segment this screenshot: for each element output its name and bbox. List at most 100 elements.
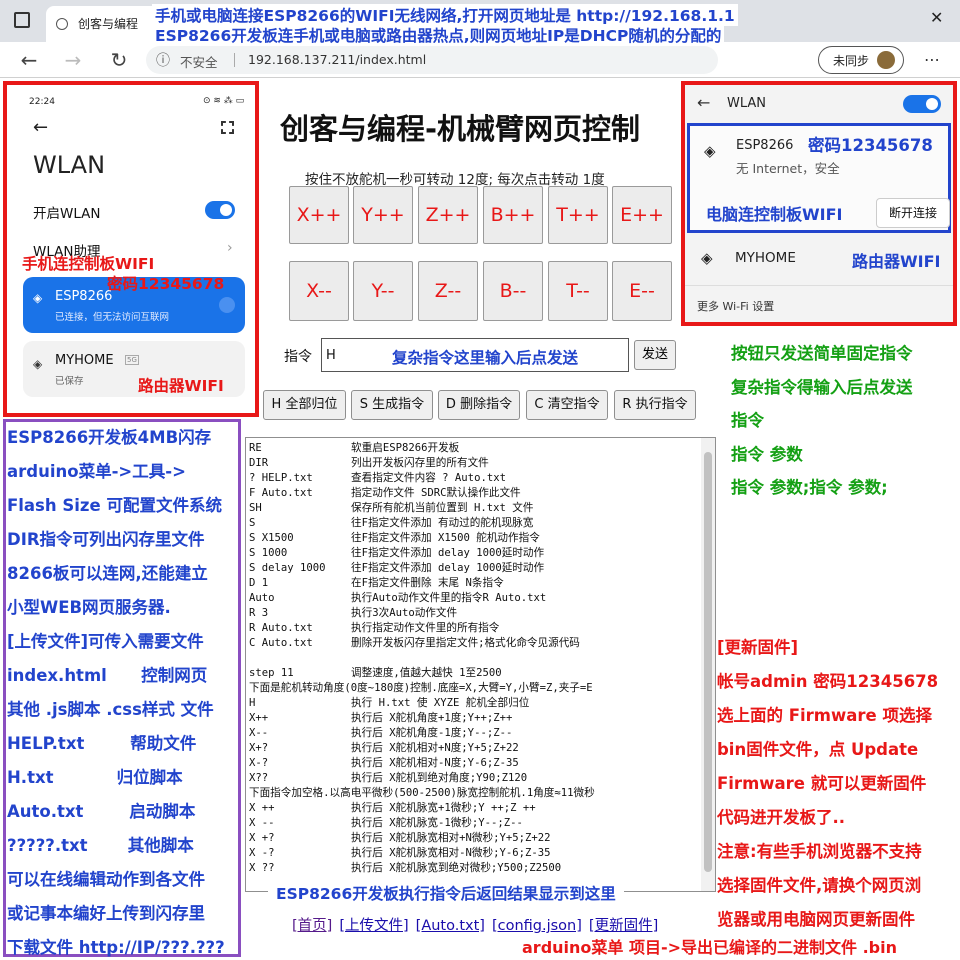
servo-plus-button[interactable]: Y++ [353,186,413,244]
left-note-line: H.txt 归位脚本 [7,768,183,787]
win-disconnect-button[interactable]: 断开连接 [876,198,950,228]
servo-minus-button[interactable]: B-- [483,261,543,321]
not-secure-icon[interactable]: ⓘ [156,50,170,70]
left-note-line: 可以在线编辑动作到各文件 [7,870,205,889]
footer-link[interactable]: [上传文件] [339,918,408,934]
output-text: RE 软重启ESP8266开发板 DIR 列出开发板闪存里的所有文件 ? HELP.… [246,438,715,876]
left-note-line: [上传文件]可传入需要文件 [7,632,204,651]
footer-link[interactable]: [Auto.txt] [416,918,485,934]
left-note-line: 或记事本编好上传到闪存里 [7,904,205,923]
output-line: X+? 执行后 X舵机相对+N度;Y+5;Z+22 [249,742,519,754]
left-note-line: DIR指令可列出闪存里文件 [7,530,205,549]
servo-plus-button[interactable]: X++ [289,186,349,244]
right-red-note-line: 选上面的 Firmware 项选择 [717,706,932,725]
left-note-line: ?????.txt 其他脚本 [7,836,194,855]
servo-minus-button[interactable]: Z-- [418,261,478,321]
url-text[interactable]: 192.168.137.211/index.html [248,52,426,67]
output-line: X++ 执行后 X舵机角度+1度;Y++;Z++ [249,712,513,724]
action-button[interactable]: C 清空指令 [526,390,608,420]
window-close-button[interactable]: ✕ [930,8,943,27]
command-input-value: H [326,348,336,363]
scrollbar-thumb[interactable] [704,452,712,872]
servo-minus-button[interactable]: Y-- [353,261,413,321]
servo-plus-button[interactable]: T++ [548,186,608,244]
phone-back-icon[interactable]: ← [33,117,48,138]
output-line: X-- 执行后 X舵机角度-1度;Y--;Z-- [249,727,513,739]
url-box[interactable]: ⓘ 不安全 192.168.137.211/index.html [146,46,718,74]
phone-scan-icon[interactable] [221,121,234,134]
action-button[interactable]: H 全部归位 [263,390,346,420]
win-wlan-title: WLAN [727,96,767,111]
output-line: R Auto.txt 执行指定动作文件里的所有指令 [249,622,500,634]
more-menu-icon[interactable]: ⋯ [924,50,940,69]
footer-link[interactable]: [config.json] [492,918,582,934]
output-line: X ++ 执行后 X舵机脉宽+1微秒;Y ++;Z ++ [249,802,536,814]
output-scrollbar[interactable] [701,438,715,891]
left-note-line: 小型WEB网页服务器. [7,598,171,617]
tab-title: 创客与编程 [78,17,139,31]
servo-minus-button[interactable]: T-- [548,261,608,321]
output-line: DIR 列出开发板闪存里的所有文件 [249,457,489,469]
win-back-icon[interactable]: ← [697,93,710,112]
phone-status-icons: ⊙ ≋ ⁂ ▭ [203,96,245,106]
action-button[interactable]: R 执行指令 [614,390,696,420]
win-net1-status: 无 Internet，安全 [736,161,840,176]
action-button[interactable]: D 删除指令 [438,390,520,420]
servo-minus-button[interactable]: E-- [612,261,672,321]
output-line: C Auto.txt 删除开发板闪存里指定文件;格式化命令见源代码 [249,637,580,649]
left-note-line: index.html 控制网页 [7,666,208,685]
output-line: X-? 执行后 X舵机相对-N度;Y-6;Z-35 [249,757,519,769]
tab-favicon-icon [56,18,68,30]
window-menu-icon[interactable] [14,12,30,28]
footer-link[interactable]: [首页] [292,918,332,934]
right-notes-green: 按钮只发送简单固定指令 复杂指令得输入后点发送 指令 指令 参数 指令 参数;指令 参数… [731,337,913,505]
screenshot-root: 创客与编程 ✕ ← → ↻ ⓘ 不安全 192.168.137.211/inde… [0,0,960,960]
phone-time: 22:24 [29,97,55,107]
servo-plus-button[interactable]: E++ [612,186,672,244]
output-textarea[interactable]: RE 软重启ESP8266开发板 DIR 列出开发板闪存里的所有文件 ? HELP.… [245,437,716,892]
output-line: S 1000 往F指定文件添加 delay 1000延时动作 [249,547,545,559]
info-arrow-icon[interactable] [219,297,235,313]
right-red-note-line: bin固件文件，点 Update [717,740,919,759]
win-annotation-pc: 电脑连控制板WIFI [706,205,843,224]
right-green-note-line: 指令 [731,411,764,430]
right-notes-red: [更新固件] 帐号admin 密码12345678 选上面的 Firmware 项选… [717,631,938,937]
bottom-note: arduino菜单 项目->导出已编译的二进制文件 .bin [522,934,897,958]
footer-links: [首页] [上传文件] [Auto.txt] [config.json] [更新固件] [292,914,665,935]
output-line: F Auto.txt 指定动作文件 SDRC默认操作此文件 [249,487,521,499]
forward-button[interactable]: → [58,46,88,74]
reload-button[interactable]: ↻ [104,46,134,74]
url-divider [234,53,235,67]
command-label: 指令 [284,349,312,365]
back-button[interactable]: ← [14,46,44,74]
footer-link[interactable]: [更新固件] [589,918,658,934]
profile-label: 未同步 [833,54,870,68]
phone-net2-status: 已保存 [55,376,84,387]
right-red-note-line: 选择固件文件,请换个网页浏 [717,876,922,895]
servo-plus-button[interactable]: Z++ [418,186,478,244]
send-button[interactable]: 发送 [634,340,676,370]
browser-tab[interactable]: 创客与编程 [46,6,164,42]
output-line: R 3 执行3次Auto动作文件 [249,607,458,619]
right-red-note-line: 帐号admin 密码12345678 [717,672,939,691]
win-wlan-toggle[interactable] [903,95,941,113]
output-line: RE 软重启ESP8266开发板 [249,442,460,454]
wifi-lock-icon: ◈ [704,142,716,160]
not-secure-label[interactable]: 不安全 [180,52,218,71]
profile-button[interactable]: 未同步 [818,46,904,74]
win-annotation-router: 路由器WIFI [852,252,941,271]
output-line: S delay 1000 往F指定文件添加 delay 1000延时动作 [249,562,545,574]
page-title: 创客与编程-机械臂网页控制 [280,112,641,146]
servo-minus-button[interactable]: X-- [289,261,349,321]
win-net2-name[interactable]: MYHOME [735,250,796,266]
wifi-lock-icon: ◈ [701,249,713,267]
action-button[interactable]: S 生成指令 [351,390,433,420]
wifi-icon: ◈ [33,291,43,305]
win-more-settings[interactable]: 更多 Wi-Fi 设置 [697,298,774,314]
right-red-note-line: [更新固件] [717,638,799,657]
command-input-annotation: 复杂指令这里输入后点发送 [392,349,579,367]
servo-plus-button[interactable]: B++ [483,186,543,244]
phone-wlan-toggle[interactable] [205,201,235,219]
output-line: X +? 执行后 X舵机脉宽相对+N微秒;Y+5;Z+22 [249,832,551,844]
